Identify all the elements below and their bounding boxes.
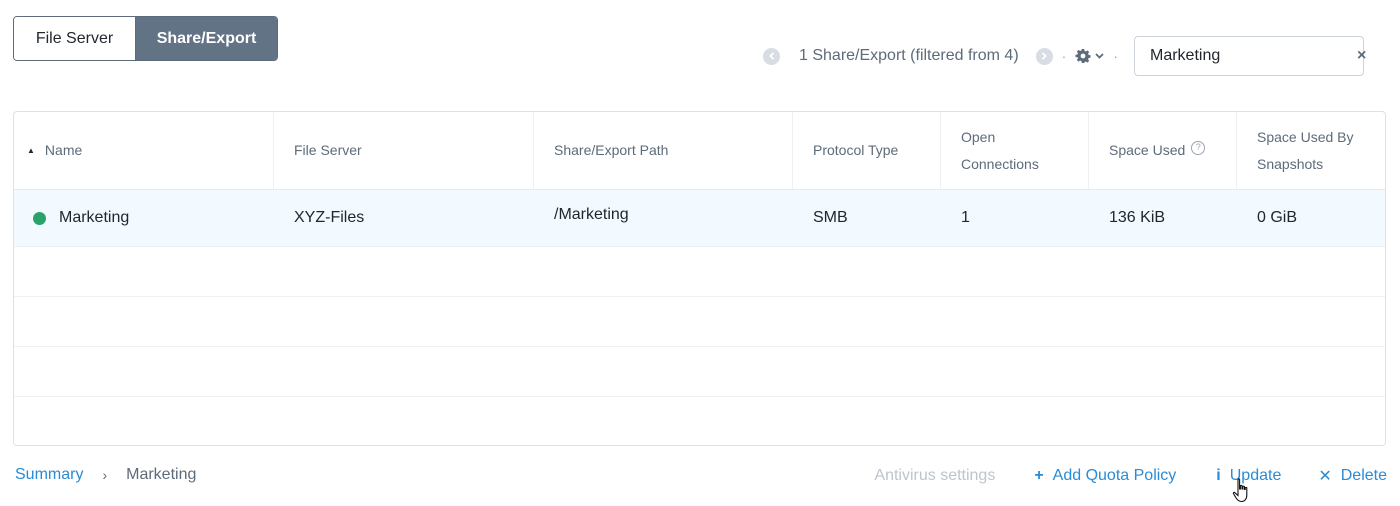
- breadcrumb: Summary › Marketing: [15, 466, 196, 484]
- next-page-button[interactable]: [1035, 47, 1053, 65]
- column-header-label: Protocol Type: [813, 142, 899, 158]
- column-header-open-connections[interactable]: Open Connections: [941, 112, 1089, 189]
- table-toolbar: 1 Share/Export (filtered from 4) · · ×: [760, 36, 1386, 76]
- previous-page-button[interactable]: [763, 47, 780, 65]
- close-icon: ✕: [1318, 468, 1332, 485]
- column-header-name[interactable]: ▲ Name: [14, 112, 274, 189]
- column-header-label: Name: [44, 142, 83, 158]
- shares-table: ▲ Name File Server Share/Export Path Pro…: [13, 111, 1386, 446]
- view-toggle: File Server Share/Export: [13, 16, 278, 61]
- chevron-right-icon: [1042, 52, 1047, 60]
- search-input[interactable]: [1149, 47, 1357, 65]
- empty-table-row: [14, 396, 1385, 445]
- gear-icon: [1075, 49, 1091, 63]
- empty-table-row: [14, 246, 1385, 296]
- toolbar-separator: ·: [1113, 48, 1118, 64]
- empty-table-row: [14, 296, 1385, 346]
- toolbar-separator: ·: [1061, 48, 1067, 64]
- column-header-share-export-path[interactable]: Share/Export Path: [534, 112, 793, 189]
- cell-protocol: SMB: [813, 209, 848, 226]
- search-box: ×: [1133, 36, 1366, 76]
- column-header-label: File Server: [294, 142, 362, 158]
- breadcrumb-current: Marketing: [126, 466, 197, 483]
- chevron-left-icon: [768, 52, 774, 60]
- column-header-protocol-type[interactable]: Protocol Type: [793, 112, 941, 189]
- column-header-space-used[interactable]: Space Used ?: [1089, 112, 1237, 189]
- delete-label: Delete: [1340, 467, 1387, 484]
- help-icon[interactable]: ?: [1191, 140, 1206, 155]
- clear-search-icon[interactable]: ×: [1357, 47, 1366, 65]
- sort-ascending-icon: ▲: [27, 146, 35, 155]
- breadcrumb-summary-link[interactable]: Summary: [15, 466, 83, 484]
- cell-space-used-by-snapshots: 0 GiB: [1257, 209, 1298, 226]
- cell-file-server: XYZ-Files: [294, 209, 365, 226]
- status-healthy-icon: [33, 211, 46, 225]
- antivirus-settings-button[interactable]: Antivirus settings: [874, 467, 995, 485]
- table-row[interactable]: Marketing XYZ-Files /Marketing SMB 1 136…: [14, 189, 1385, 246]
- plus-icon: +: [1034, 467, 1044, 484]
- column-header-label: Space Used By Snapshots: [1257, 128, 1354, 172]
- breadcrumb-chevron-icon: ›: [102, 467, 108, 483]
- delete-button[interactable]: ✕ Delete: [1318, 466, 1387, 486]
- cell-name: Marketing: [14, 190, 274, 246]
- row-actions: Antivirus settings + Add Quota Policy i …: [874, 466, 1387, 486]
- info-icon: i: [1216, 467, 1221, 484]
- column-header-label: Share/Export Path: [554, 142, 669, 158]
- table-header: ▲ Name File Server Share/Export Path Pro…: [14, 112, 1385, 189]
- empty-table-row: [14, 346, 1385, 396]
- column-header-space-used-by-snapshots[interactable]: Space Used By Snapshots: [1237, 112, 1385, 189]
- share-name: Marketing: [59, 209, 130, 226]
- hand-pointer-icon: [1232, 478, 1248, 503]
- add-quota-policy-button[interactable]: + Add Quota Policy: [1034, 467, 1176, 485]
- file-server-toggle-button[interactable]: File Server: [14, 17, 136, 60]
- column-header-label: Open Connections: [961, 128, 1039, 172]
- cell-space-used: 136 KiB: [1109, 209, 1166, 226]
- result-count: 1 Share/Export (filtered from 4): [799, 47, 1019, 64]
- share-export-toggle-button[interactable]: Share/Export: [136, 17, 277, 60]
- column-header-label: Space Used: [1109, 142, 1186, 158]
- add-quota-policy-label: Add Quota Policy: [1052, 467, 1177, 484]
- table-settings-button[interactable]: [1075, 48, 1104, 64]
- chevron-down-icon: [1095, 53, 1104, 59]
- column-header-file-server[interactable]: File Server: [274, 112, 534, 189]
- cell-path: /Marketing: [554, 206, 629, 223]
- cell-open-connections: 1: [961, 209, 970, 226]
